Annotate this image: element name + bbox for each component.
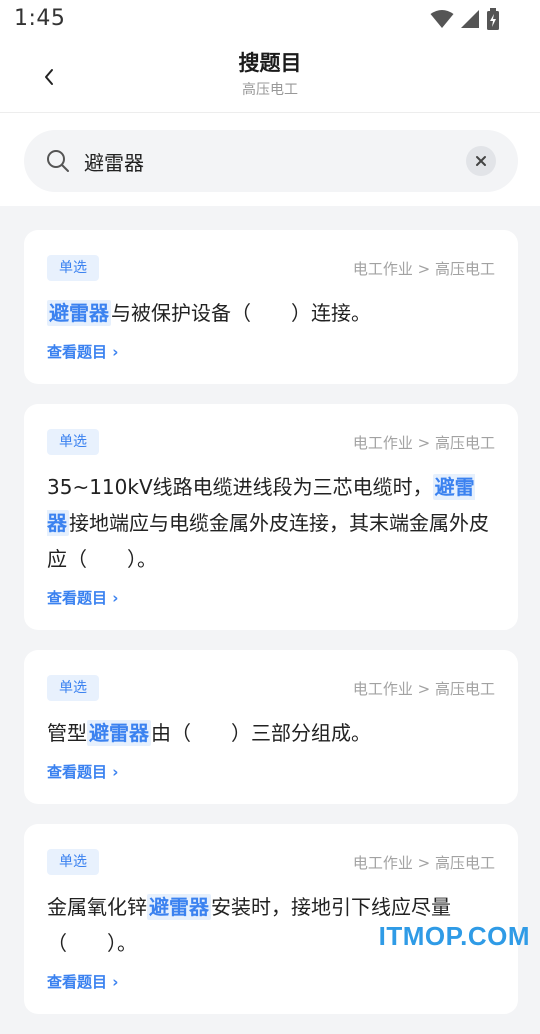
question-text-before: 35~110kV线路电缆进线段为三芯电缆时， bbox=[47, 475, 433, 499]
question-text: 35~110kV线路电缆进线段为三芯电缆时， 避雷器 接地端应与电缆金属外皮连接，其… bbox=[47, 469, 495, 577]
watermark: ITMOP.COM bbox=[378, 921, 530, 951]
question-text-before: 管型 bbox=[47, 721, 87, 745]
signal-icon bbox=[461, 10, 479, 28]
keyword-highlight: 避雷器 bbox=[47, 300, 111, 326]
question-type-badge: 单选 bbox=[47, 429, 99, 455]
view-question-link[interactable]: 查看题目 › bbox=[47, 587, 118, 608]
question-text-after: 与被保护设备（ ）连接。 bbox=[111, 301, 371, 325]
result-list: 单选 电工作业 > 高压电工 避雷器 与被保护设备（ ）连接。 查看题目 › 单选… bbox=[24, 230, 518, 1034]
question-text: 管型 避雷器 由（ ）三部分组成。 bbox=[47, 715, 495, 751]
battery-icon bbox=[487, 8, 499, 30]
clear-icon bbox=[476, 156, 486, 166]
question-type-badge: 单选 bbox=[47, 255, 99, 281]
question-category: 电工作业 > 高压电工 bbox=[352, 679, 495, 698]
result-card[interactable]: 单选 电工作业 > 高压电工 金属氧化锌 避雷器 安装时，接地引下线应尽量（ ）。 … bbox=[24, 824, 518, 1014]
wifi-icon bbox=[430, 10, 454, 28]
search-icon bbox=[47, 150, 69, 172]
search-input[interactable] bbox=[82, 143, 456, 179]
status-time: 1:45 bbox=[14, 6, 66, 31]
question-text-after: 接地端应与电缆金属外皮连接，其末端金属外皮应（ ）。 bbox=[47, 511, 489, 571]
status-icons bbox=[430, 8, 500, 30]
view-question-link[interactable]: 查看题目 › bbox=[47, 341, 118, 362]
question-text-after: 由（ ）三部分组成。 bbox=[151, 721, 371, 745]
page-subtitle: 高压电工 bbox=[242, 82, 298, 98]
question-type-badge: 单选 bbox=[47, 675, 99, 701]
question-category: 电工作业 > 高压电工 bbox=[352, 853, 495, 872]
status-bar: 1:45 bbox=[0, 0, 540, 38]
question-text-before: 金属氧化锌 bbox=[47, 895, 147, 919]
question-text: 避雷器 与被保护设备（ ）连接。 bbox=[47, 295, 495, 331]
nav-header: 搜题目 高压电工 bbox=[0, 38, 540, 113]
view-question-link[interactable]: 查看题目 › bbox=[47, 761, 118, 782]
page-title: 搜题目 bbox=[238, 51, 302, 75]
view-question-link[interactable]: 查看题目 › bbox=[47, 971, 118, 992]
question-type-badge: 单选 bbox=[47, 849, 99, 875]
keyword-highlight: 避雷器 bbox=[87, 720, 151, 746]
result-card[interactable]: 单选 电工作业 > 高压电工 35~110kV线路电缆进线段为三芯电缆时， 避雷器… bbox=[24, 404, 518, 630]
search-box[interactable] bbox=[24, 130, 518, 192]
search-area bbox=[0, 113, 540, 206]
question-category: 电工作业 > 高压电工 bbox=[352, 433, 495, 452]
question-category: 电工作业 > 高压电工 bbox=[352, 259, 495, 278]
result-card[interactable]: 单选 电工作业 > 高压电工 管型 避雷器 由（ ）三部分组成。 查看题目 › bbox=[24, 650, 518, 804]
result-card[interactable]: 单选 电工作业 > 高压电工 避雷器 与被保护设备（ ）连接。 查看题目 › bbox=[24, 230, 518, 384]
keyword-highlight: 避雷器 bbox=[147, 894, 211, 920]
clear-search-button[interactable] bbox=[466, 146, 496, 176]
